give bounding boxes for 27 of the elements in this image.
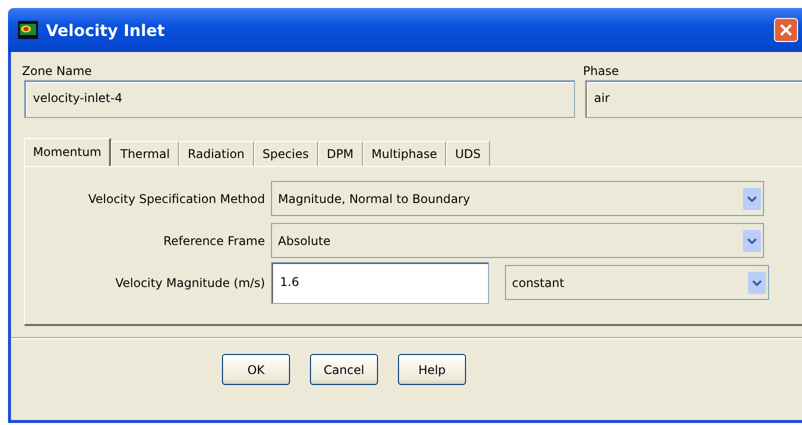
dialog-button[interactable]: Help [398,354,466,385]
tab[interactable]: Momentum [24,138,112,166]
input-field[interactable]: 1.6 [271,262,489,304]
tab[interactable]: Thermal [111,141,179,166]
field-label: Zone Name [22,63,93,80]
tab[interactable]: Multiphase [362,141,446,166]
field-label: Phase [583,63,620,80]
tab[interactable]: UDS [446,141,490,166]
close-icon[interactable] [774,18,798,42]
dropdown[interactable]: constant [505,265,769,300]
chevron-down-icon [748,272,766,294]
phase-field: air [585,80,802,118]
field-label: Velocity Magnitude (m/s) [114,276,265,290]
dropdown[interactable]: Magnitude, Normal to Boundary [271,181,764,216]
field-label: Reference Frame [162,234,265,248]
dropdown[interactable]: Absolute [271,223,764,258]
tab[interactable]: DPM [318,141,363,166]
app-icon [18,21,38,39]
zone-name-field: velocity-inlet-4 [24,80,575,118]
window-title: Velocity Inlet [46,20,166,40]
tab[interactable]: Species [254,141,318,166]
field-label: Velocity Specification Method [87,192,265,206]
dialog-button[interactable]: OK [222,354,290,385]
dialog-button[interactable]: Cancel [310,354,378,385]
tab[interactable]: Radiation [178,141,254,166]
chevron-down-icon [743,230,761,252]
chevron-down-icon [743,188,761,210]
